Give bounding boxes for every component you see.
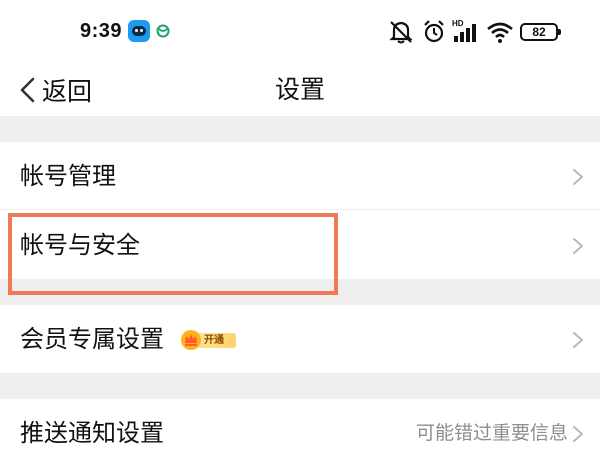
carrier-icon xyxy=(156,24,170,38)
row-label: 帐号管理 xyxy=(20,162,116,190)
mute-icon xyxy=(389,21,413,44)
vip-settings-row[interactable]: 会员专属设置 开通 xyxy=(0,305,600,373)
section-divider xyxy=(0,116,600,142)
signal-icon: HD xyxy=(452,19,476,42)
chevron-right-icon xyxy=(573,426,583,442)
account-security-row[interactable]: 帐号与安全 xyxy=(0,211,600,279)
wifi-icon xyxy=(487,22,513,43)
crown-icon xyxy=(181,330,201,350)
row-label: 推送通知设置 xyxy=(20,419,164,447)
chevron-right-icon xyxy=(573,169,583,185)
alarm-icon xyxy=(424,20,444,43)
status-time: 9:39 xyxy=(80,20,123,42)
status-bar: 9:39 HD 82 xyxy=(0,0,600,64)
push-settings-row[interactable]: 推送通知设置 可能错过重要信息 xyxy=(0,399,600,450)
vip-badge[interactable]: 开通 xyxy=(180,329,236,351)
row-label: 帐号与安全 xyxy=(20,231,140,259)
vip-pill: 开通 xyxy=(196,333,236,348)
battery-level: 82 xyxy=(532,25,546,39)
account-management-row[interactable]: 帐号管理 xyxy=(0,142,600,210)
section-divider xyxy=(0,279,600,305)
push-hint: 可能错过重要信息 xyxy=(415,422,568,444)
chevron-right-icon xyxy=(573,238,583,254)
app-icon xyxy=(128,20,150,42)
vip-badge-label: 开通 xyxy=(204,335,224,346)
hd-tag: HD xyxy=(452,19,464,28)
chevron-right-icon xyxy=(573,332,583,348)
nav-bar: 返回 设置 xyxy=(0,64,600,116)
page-title: 设置 xyxy=(274,75,325,104)
row-label: 会员专属设置 xyxy=(20,325,164,353)
row-divider xyxy=(0,209,600,210)
section-divider xyxy=(0,373,600,399)
battery-icon: 82 xyxy=(520,23,561,41)
